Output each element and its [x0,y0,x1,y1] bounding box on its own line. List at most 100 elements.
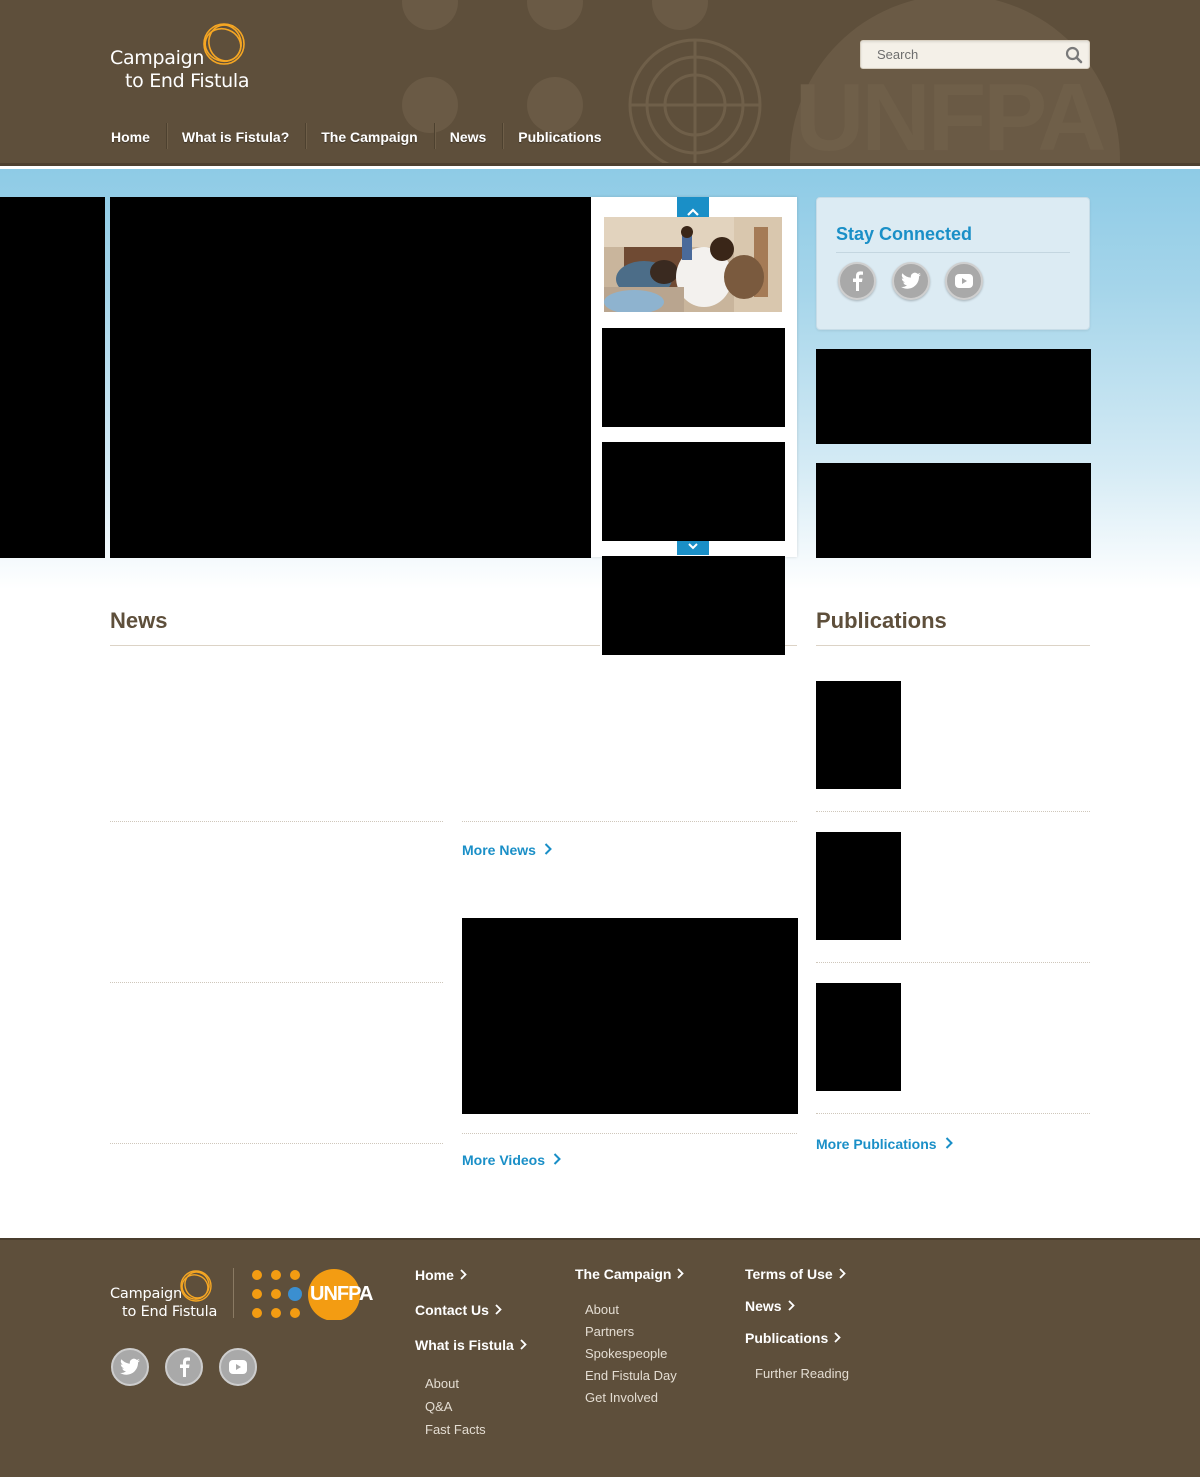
news-title-divider-end [785,645,797,646]
sidebar-banner-2[interactable] [816,463,1091,558]
youtube-icon [229,1360,247,1374]
publication-divider [816,1113,1090,1114]
news-section-title: News [110,608,168,633]
chevron-right-icon [834,1332,842,1343]
footer-link-what-is-fistula-label: What is Fistula [415,1337,514,1353]
publication-cover-3[interactable] [816,983,901,1091]
chevron-right-icon [520,1339,527,1350]
footer-link-publications[interactable]: Publications [745,1330,842,1346]
youtube-icon [955,274,973,288]
carousel-thumbnail-2[interactable] [602,328,785,427]
chevron-right-icon [839,1268,846,1279]
site-header: UNFPA Campaign to End Fistula Home What … [0,0,1200,166]
carousel-thumbnail-4[interactable] [602,556,785,655]
more-publications-label: More Publications [816,1136,937,1152]
nav-home[interactable]: Home [110,118,166,156]
nav-the-campaign[interactable]: The Campaign [305,118,433,156]
footer-link-contact-label: Contact Us [415,1302,489,1318]
chevron-right-icon [495,1304,502,1315]
footer-logo-text-line1: Campaign [110,1286,183,1302]
carousel-prev-slide[interactable] [0,197,105,558]
carousel-thumbnail-photo[interactable] [604,217,782,312]
news-item-divider [110,982,443,983]
footer-link-the-campaign-label: The Campaign [575,1266,672,1282]
chevron-right-icon [945,1137,953,1149]
footer-link-campaign-about[interactable]: About [585,1302,619,1317]
footer-link-get-involved[interactable]: Get Involved [585,1390,658,1405]
facebook-button[interactable] [838,262,876,300]
footer-link-contact[interactable]: Contact Us [415,1302,502,1318]
main-nav: Home What is Fistula? The Campaign News … [110,118,618,158]
footer-link-news[interactable]: News [745,1298,795,1314]
facebook-icon [180,1357,190,1377]
nav-what-is-fistula[interactable]: What is Fistula? [165,118,305,156]
unfpa-logo[interactable]: UNFPA [250,1268,373,1321]
news-title-divider [110,645,600,646]
chevron-right-icon [787,1300,795,1311]
chevron-right-icon [544,843,552,855]
footer-link-spokespeople[interactable]: Spokespeople [585,1346,667,1361]
featured-video[interactable] [462,918,798,1114]
carousel-down-button[interactable] [677,541,709,555]
footer-twitter-button[interactable] [111,1348,149,1386]
youtube-button[interactable] [945,262,983,300]
site-footer: Campaign to End Fistula UNFPA Home Conta… [0,1238,1200,1477]
campaign-logo[interactable]: Campaign to End Fistula [110,20,260,92]
news-item-divider [110,1143,443,1144]
footer-link-terms[interactable]: Terms of Use [745,1266,846,1282]
footer-campaign-logo[interactable]: Campaign to End Fistula [110,1268,220,1324]
footer-link-end-fistula-day[interactable]: End Fistula Day [585,1368,677,1383]
search-icon [1065,46,1083,64]
publications-title-divider [816,645,1090,646]
news-item-divider [110,821,443,822]
publication-cover-2[interactable] [816,832,901,940]
carousel-main-slide[interactable] [110,197,591,558]
nav-news[interactable]: News [433,118,503,156]
search-button[interactable] [1063,44,1085,66]
logo-text-line1: Campaign [110,47,205,69]
footer-link-qa[interactable]: Q&A [425,1399,452,1414]
more-publications-link[interactable]: More Publications [816,1136,953,1152]
footer-link-the-campaign[interactable]: The Campaign [575,1266,685,1282]
footer-link-fast-facts[interactable]: Fast Facts [425,1422,486,1437]
nav-publications[interactable]: Publications [502,118,617,156]
publications-section-title: Publications [816,608,947,633]
footer-link-further-reading[interactable]: Further Reading [755,1366,849,1381]
logo-text-line2: to End Fistula [125,70,250,92]
chevron-right-icon [460,1269,467,1280]
footer-youtube-button[interactable] [219,1348,257,1386]
more-news-link[interactable]: More News [462,842,552,858]
more-news-label: More News [462,842,536,858]
photo-women-group-icon [604,217,782,312]
news-column-divider [462,821,797,822]
stay-connected-box: Stay Connected [816,197,1090,330]
facebook-icon [853,271,863,291]
video-divider [462,1133,797,1134]
search-input[interactable] [861,41,1061,68]
footer-link-home[interactable]: Home [415,1267,467,1283]
footer-link-partners[interactable]: Partners [585,1324,634,1339]
footer-logo-divider [233,1268,234,1318]
unfpa-logo-text: UNFPA [310,1283,373,1305]
carousel-thumbnail-3[interactable] [602,442,785,541]
logo-circle-icon [180,1270,212,1302]
chevron-down-icon [688,543,698,550]
chevron-right-icon [677,1268,685,1279]
publication-divider [816,811,1090,812]
publication-divider [816,962,1090,963]
footer-link-publications-label: Publications [745,1330,829,1346]
more-videos-link[interactable]: More Videos [462,1152,561,1168]
logo-circle-icon [203,23,245,65]
footer-link-fistula-about[interactable]: About [425,1376,459,1391]
svg-text:UNFPA: UNFPA [795,64,1104,166]
stay-connected-title: Stay Connected [836,224,973,244]
more-videos-label: More Videos [462,1152,545,1168]
footer-facebook-button[interactable] [165,1348,203,1386]
sidebar-banner-1[interactable] [816,349,1091,444]
footer-link-terms-label: Terms of Use [745,1266,833,1282]
stay-connected-divider [836,252,1070,253]
footer-link-what-is-fistula[interactable]: What is Fistula [415,1337,527,1353]
footer-link-home-label: Home [415,1267,454,1283]
twitter-button[interactable] [892,262,930,300]
publication-cover-1[interactable] [816,681,901,789]
